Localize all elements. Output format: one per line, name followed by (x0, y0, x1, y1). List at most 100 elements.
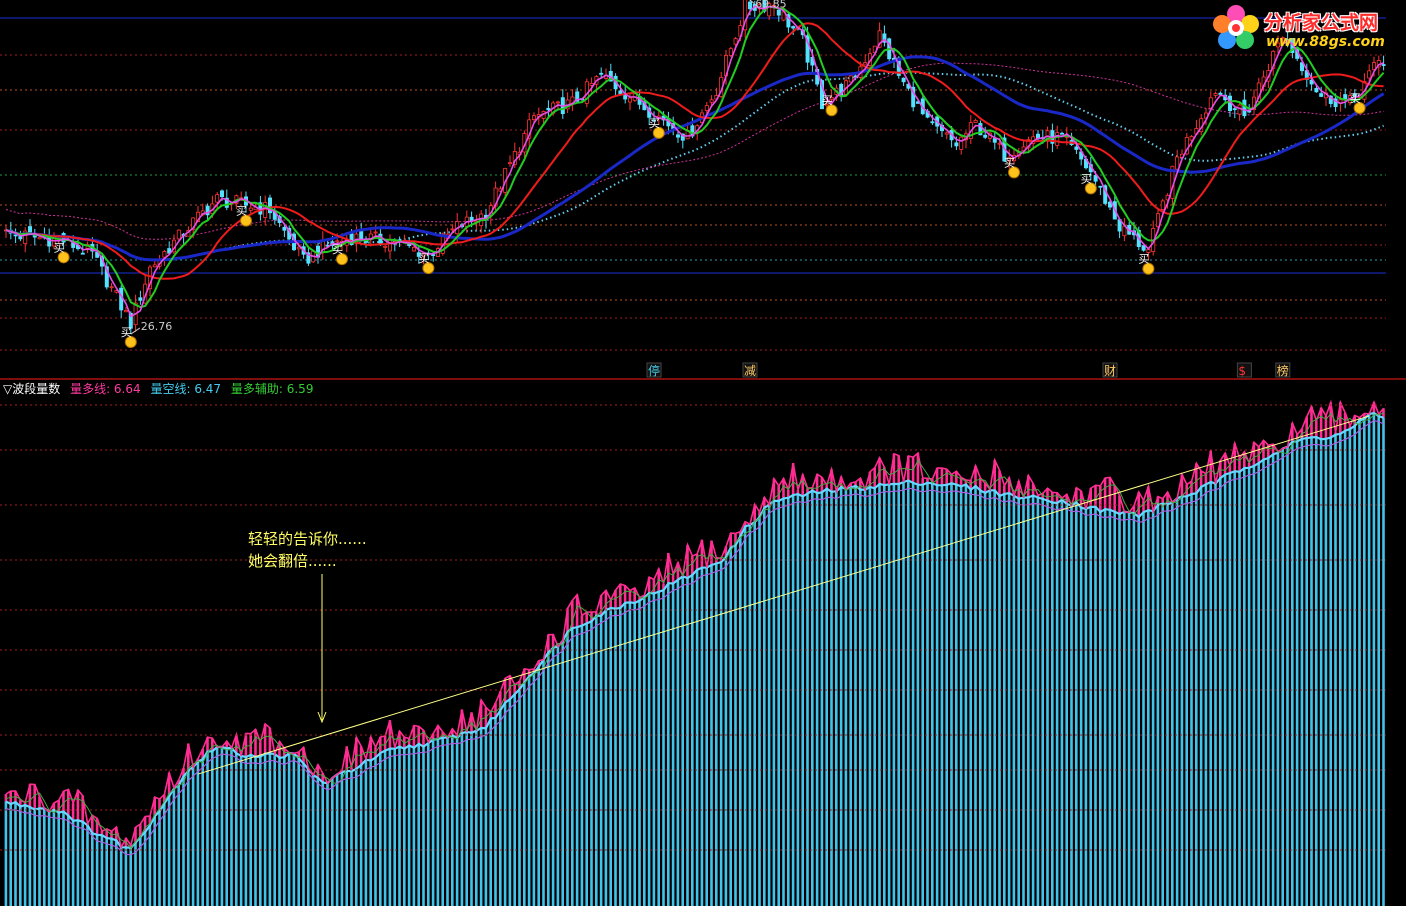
indicator-bar (907, 480, 910, 906)
candle-body (215, 194, 220, 203)
indicator-bar (316, 778, 320, 906)
indicator-bar (513, 694, 516, 906)
candle-body (776, 9, 781, 16)
indicator-bar (667, 583, 670, 906)
indicator-bar (892, 483, 896, 906)
indicator-bar (28, 807, 32, 906)
indicator-bar (1070, 505, 1073, 906)
candle-body (901, 77, 906, 83)
indicator-bar (763, 507, 766, 906)
indicator-bar (182, 776, 185, 906)
indicator-bar (268, 753, 272, 906)
indicator-bar (297, 758, 300, 906)
indicator-bar (220, 746, 224, 906)
indicator-bar (964, 484, 968, 906)
indicator-bar (811, 490, 814, 906)
indicator-bar (91, 833, 94, 906)
indicator-bar (19, 806, 22, 906)
indicator-bar (1372, 413, 1376, 906)
indicator-bar-excess (945, 469, 948, 485)
indicator-bar (379, 753, 382, 906)
indicator-bar (211, 751, 214, 906)
candle-body (733, 38, 738, 45)
indicator-bar (1151, 511, 1155, 906)
indicator-bar (33, 809, 36, 906)
indicator-bar (1291, 441, 1294, 906)
indicator-bar (859, 489, 862, 906)
indicator-bar (1137, 516, 1140, 906)
indicator-bar (1166, 504, 1169, 906)
indicator-bar (191, 766, 195, 906)
indicator-bar (43, 808, 46, 906)
indicator-bar (484, 728, 488, 906)
candle-body (469, 216, 474, 221)
indicator-bar (331, 778, 334, 906)
candle-body (219, 190, 224, 198)
indicator-bar (695, 569, 699, 906)
indicator-bar (1017, 498, 1020, 906)
candle-body (930, 121, 935, 124)
indicator-bar (609, 608, 612, 906)
indicator-bar (172, 788, 176, 906)
candle-body (992, 138, 997, 143)
indicator-bar (585, 623, 588, 906)
indicator-bar (815, 493, 819, 906)
indicator-bar (878, 483, 881, 906)
indicator-bar (1324, 438, 1328, 906)
indicator-bar (998, 495, 1001, 906)
indicator-bar (916, 484, 920, 906)
indicator-bar (292, 753, 296, 906)
indicator-bar (1036, 497, 1040, 906)
indicator-bar (1031, 495, 1035, 906)
indicator-bar (633, 603, 636, 906)
candle-body (1314, 88, 1319, 93)
indicator-bar (1180, 496, 1184, 906)
indicator-bar (278, 757, 281, 906)
indicator-bars (4, 402, 1385, 906)
indicator-bar (983, 492, 987, 906)
indicator-bar (849, 487, 852, 906)
indicator-bar (1257, 463, 1260, 906)
indicator-bar (62, 811, 65, 906)
buy-marker-label: 买 (121, 326, 132, 339)
indicator-bar (254, 756, 257, 906)
legend-volume-long-line: 量多线: 6.64 (70, 382, 141, 396)
indicator-bar-excess (4, 794, 8, 802)
indicator-bar (647, 592, 651, 906)
indicator-bar (355, 768, 358, 906)
indicator-bar (619, 608, 622, 906)
indicator-bar (623, 602, 627, 906)
indicator-bar (518, 689, 521, 906)
indicator-bar (1315, 437, 1318, 906)
candle-body (27, 226, 32, 234)
indicator-bar (931, 483, 934, 906)
candle-body (676, 134, 681, 138)
indicator-bar (1329, 437, 1332, 906)
candle-body (1060, 132, 1065, 135)
indicator-name[interactable]: ▽波段量数 (3, 382, 60, 396)
stock-chart[interactable]: 买买买买买买买买买买买 69.8526.76停减财 $ 榜 (0, 0, 1406, 906)
indicator-bar (422, 746, 425, 906)
indicator-bar (974, 486, 977, 906)
indicator-bar (345, 770, 348, 906)
indicator-bar (729, 547, 732, 906)
indicator-bar (537, 666, 540, 906)
candle-body (748, 1, 753, 10)
indicator-bar (988, 490, 992, 906)
indicator-bar (273, 753, 276, 906)
indicator-bar (1281, 448, 1284, 906)
watermark-url: www.88gs.com (1266, 34, 1385, 50)
indicator-bar (1238, 471, 1241, 906)
indicator-bar (523, 682, 526, 906)
indicator-bar-excess (691, 556, 694, 575)
indicator-bar (940, 485, 944, 906)
indicator-bar (206, 751, 209, 906)
indicator-bar (739, 536, 742, 906)
indicator-bar (163, 803, 166, 906)
candle-body (109, 286, 114, 289)
indicator-bar (1108, 509, 1112, 906)
indicator-bar (311, 774, 315, 906)
indicator-bar (926, 482, 929, 906)
indicator-bar (470, 732, 473, 906)
high-price-label: 69.85 (755, 0, 787, 11)
